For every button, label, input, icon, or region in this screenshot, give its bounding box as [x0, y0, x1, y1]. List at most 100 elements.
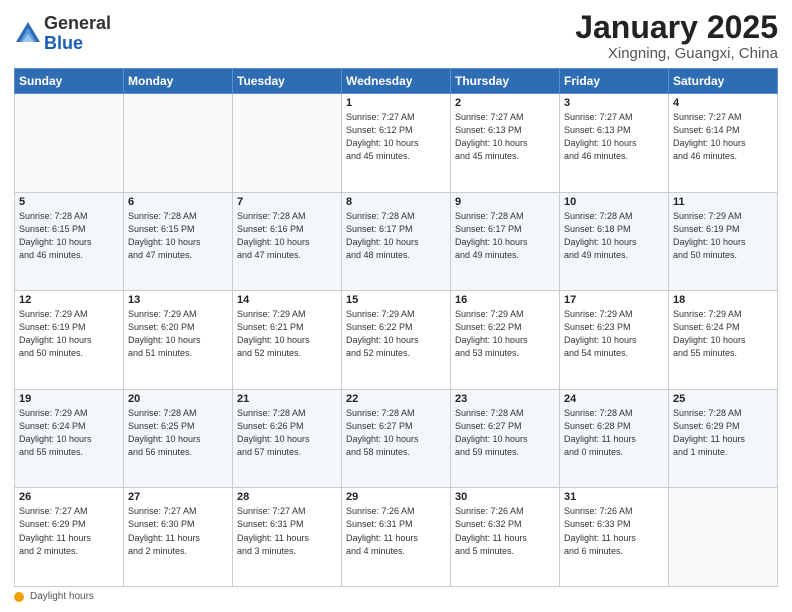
- day-info: Sunrise: 7:29 AM Sunset: 6:22 PM Dayligh…: [346, 308, 446, 360]
- calendar-cell: 12Sunrise: 7:29 AM Sunset: 6:19 PM Dayli…: [15, 291, 124, 390]
- day-number: 17: [564, 294, 664, 306]
- day-info: Sunrise: 7:28 AM Sunset: 6:29 PM Dayligh…: [673, 407, 773, 459]
- calendar-cell: 15 Sunrise: 7:29 AM Sunset: 6:22 PM Dayli…: [342, 291, 451, 390]
- day-info: Sunrise: 7:28 AM Sunset: 6:15 PM Dayligh…: [19, 210, 119, 262]
- day-info: Sunrise: 7:28 AM Sunset: 6:28 PM Dayligh…: [564, 407, 664, 459]
- calendar-cell: 1 Sunrise: 7:27 AM Sunset: 6:12 PM Daylig…: [342, 94, 451, 193]
- day-number: 1: [346, 97, 446, 109]
- day-number: 8: [346, 196, 446, 208]
- calendar-cell: 5 Sunrise: 7:28 AM Sunset: 6:15 PM Daylig…: [15, 192, 124, 291]
- calendar-cell: 23 Sunrise: 7:28 AM Sunset: 6:27 PM Dayli…: [451, 389, 560, 488]
- day-info: Sunrise: 7:27 AM Sunset: 6:29 PM Dayligh…: [19, 505, 119, 557]
- calendar-table: SundayMondayTuesdayWednesdayThursdayFrid…: [14, 68, 778, 587]
- day-number: 25: [673, 393, 773, 405]
- col-header-saturday: Saturday: [669, 69, 778, 94]
- day-number: 20: [128, 393, 228, 405]
- day-info: Sunrise: 7:27 AM Sunset: 6:31 PM Dayligh…: [237, 505, 337, 557]
- title-block: January 2025 Xingning, Guangxi, China: [575, 10, 778, 62]
- day-number: 14: [237, 294, 337, 306]
- day-number: 12: [19, 294, 119, 306]
- day-number: 15: [346, 294, 446, 306]
- day-info: Sunrise: 7:27 AM Sunset: 6:12 PM Dayligh…: [346, 111, 446, 163]
- day-number: 18: [673, 294, 773, 306]
- calendar-cell: 18 Sunrise: 7:29 AM Sunset: 6:24 PM Dayli…: [669, 291, 778, 390]
- calendar-week-row: 19 Sunrise: 7:29 AM Sunset: 6:24 PM Dayli…: [15, 389, 778, 488]
- day-number: 11: [673, 196, 773, 208]
- day-number: 28: [237, 491, 337, 503]
- calendar-cell: 27 Sunrise: 7:27 AM Sunset: 6:30 PM Dayli…: [124, 488, 233, 587]
- calendar-cell: 6Sunrise: 7:28 AM Sunset: 6:15 PM Daylig…: [124, 192, 233, 291]
- calendar-cell: 3 Sunrise: 7:27 AM Sunset: 6:13 PM Daylig…: [560, 94, 669, 193]
- day-info: Sunrise: 7:28 AM Sunset: 6:25 PM Dayligh…: [128, 407, 228, 459]
- day-info: Sunrise: 7:28 AM Sunset: 6:17 PM Dayligh…: [455, 210, 555, 262]
- col-header-monday: Monday: [124, 69, 233, 94]
- col-header-wednesday: Wednesday: [342, 69, 451, 94]
- day-info: Sunrise: 7:29 AM Sunset: 6:20 PM Dayligh…: [128, 308, 228, 360]
- footer: Daylight hours: [14, 591, 778, 602]
- col-header-friday: Friday: [560, 69, 669, 94]
- day-info: Sunrise: 7:28 AM Sunset: 6:27 PM Dayligh…: [346, 407, 446, 459]
- calendar-cell: 26Sunrise: 7:27 AM Sunset: 6:29 PM Dayli…: [15, 488, 124, 587]
- logo: General Blue: [14, 14, 111, 54]
- day-info: Sunrise: 7:29 AM Sunset: 6:23 PM Dayligh…: [564, 308, 664, 360]
- day-number: 24: [564, 393, 664, 405]
- calendar-cell: 2Sunrise: 7:27 AM Sunset: 6:13 PM Daylig…: [451, 94, 560, 193]
- day-number: 3: [564, 97, 664, 109]
- calendar-cell: 22 Sunrise: 7:28 AM Sunset: 6:27 PM Dayli…: [342, 389, 451, 488]
- day-number: 29: [346, 491, 446, 503]
- day-number: 6: [128, 196, 228, 208]
- logo-general-text: General: [44, 14, 111, 34]
- col-header-tuesday: Tuesday: [233, 69, 342, 94]
- calendar-cell: 24 Sunrise: 7:28 AM Sunset: 6:28 PM Dayli…: [560, 389, 669, 488]
- logo-icon: [14, 20, 42, 48]
- day-info: Sunrise: 7:27 AM Sunset: 6:13 PM Dayligh…: [564, 111, 664, 163]
- col-header-sunday: Sunday: [15, 69, 124, 94]
- calendar-cell: 13 Sunrise: 7:29 AM Sunset: 6:20 PM Dayli…: [124, 291, 233, 390]
- calendar-cell: 25 Sunrise: 7:28 AM Sunset: 6:29 PM Dayli…: [669, 389, 778, 488]
- calendar-week-row: 12Sunrise: 7:29 AM Sunset: 6:19 PM Dayli…: [15, 291, 778, 390]
- calendar-cell: 9 Sunrise: 7:28 AM Sunset: 6:17 PM Daylig…: [451, 192, 560, 291]
- calendar-cell: [233, 94, 342, 193]
- day-number: 10: [564, 196, 664, 208]
- day-number: 19: [19, 393, 119, 405]
- location: Xingning, Guangxi, China: [575, 45, 778, 62]
- day-number: 5: [19, 196, 119, 208]
- calendar-header-row: SundayMondayTuesdayWednesdayThursdayFrid…: [15, 69, 778, 94]
- day-info: Sunrise: 7:28 AM Sunset: 6:17 PM Dayligh…: [346, 210, 446, 262]
- calendar-week-row: 26Sunrise: 7:27 AM Sunset: 6:29 PM Dayli…: [15, 488, 778, 587]
- day-number: 27: [128, 491, 228, 503]
- day-number: 4: [673, 97, 773, 109]
- day-info: Sunrise: 7:26 AM Sunset: 6:31 PM Dayligh…: [346, 505, 446, 557]
- calendar-cell: [15, 94, 124, 193]
- day-info: Sunrise: 7:29 AM Sunset: 6:24 PM Dayligh…: [673, 308, 773, 360]
- day-number: 22: [346, 393, 446, 405]
- day-number: 13: [128, 294, 228, 306]
- day-info: Sunrise: 7:28 AM Sunset: 6:27 PM Dayligh…: [455, 407, 555, 459]
- day-info: Sunrise: 7:29 AM Sunset: 6:24 PM Dayligh…: [19, 407, 119, 459]
- calendar-cell: 14 Sunrise: 7:29 AM Sunset: 6:21 PM Dayli…: [233, 291, 342, 390]
- day-info: Sunrise: 7:27 AM Sunset: 6:30 PM Dayligh…: [128, 505, 228, 557]
- logo-blue-text: Blue: [44, 34, 111, 54]
- daylight-dot: [14, 592, 24, 602]
- calendar-cell: 16Sunrise: 7:29 AM Sunset: 6:22 PM Dayli…: [451, 291, 560, 390]
- calendar-cell: 4 Sunrise: 7:27 AM Sunset: 6:14 PM Daylig…: [669, 94, 778, 193]
- calendar-cell: 21Sunrise: 7:28 AM Sunset: 6:26 PM Dayli…: [233, 389, 342, 488]
- daylight-label: Daylight hours: [30, 591, 94, 602]
- calendar-cell: 17 Sunrise: 7:29 AM Sunset: 6:23 PM Dayli…: [560, 291, 669, 390]
- day-info: Sunrise: 7:29 AM Sunset: 6:21 PM Dayligh…: [237, 308, 337, 360]
- day-number: 23: [455, 393, 555, 405]
- calendar-cell: [669, 488, 778, 587]
- calendar-cell: 11Sunrise: 7:29 AM Sunset: 6:19 PM Dayli…: [669, 192, 778, 291]
- day-info: Sunrise: 7:28 AM Sunset: 6:18 PM Dayligh…: [564, 210, 664, 262]
- page: General Blue January 2025 Xingning, Guan…: [0, 0, 792, 612]
- col-header-thursday: Thursday: [451, 69, 560, 94]
- day-info: Sunrise: 7:27 AM Sunset: 6:14 PM Dayligh…: [673, 111, 773, 163]
- day-info: Sunrise: 7:28 AM Sunset: 6:16 PM Dayligh…: [237, 210, 337, 262]
- calendar-cell: 28 Sunrise: 7:27 AM Sunset: 6:31 PM Dayli…: [233, 488, 342, 587]
- calendar-cell: 10 Sunrise: 7:28 AM Sunset: 6:18 PM Dayli…: [560, 192, 669, 291]
- day-number: 9: [455, 196, 555, 208]
- calendar-cell: 31Sunrise: 7:26 AM Sunset: 6:33 PM Dayli…: [560, 488, 669, 587]
- calendar-cell: 19 Sunrise: 7:29 AM Sunset: 6:24 PM Dayli…: [15, 389, 124, 488]
- calendar-week-row: 1 Sunrise: 7:27 AM Sunset: 6:12 PM Daylig…: [15, 94, 778, 193]
- day-number: 7: [237, 196, 337, 208]
